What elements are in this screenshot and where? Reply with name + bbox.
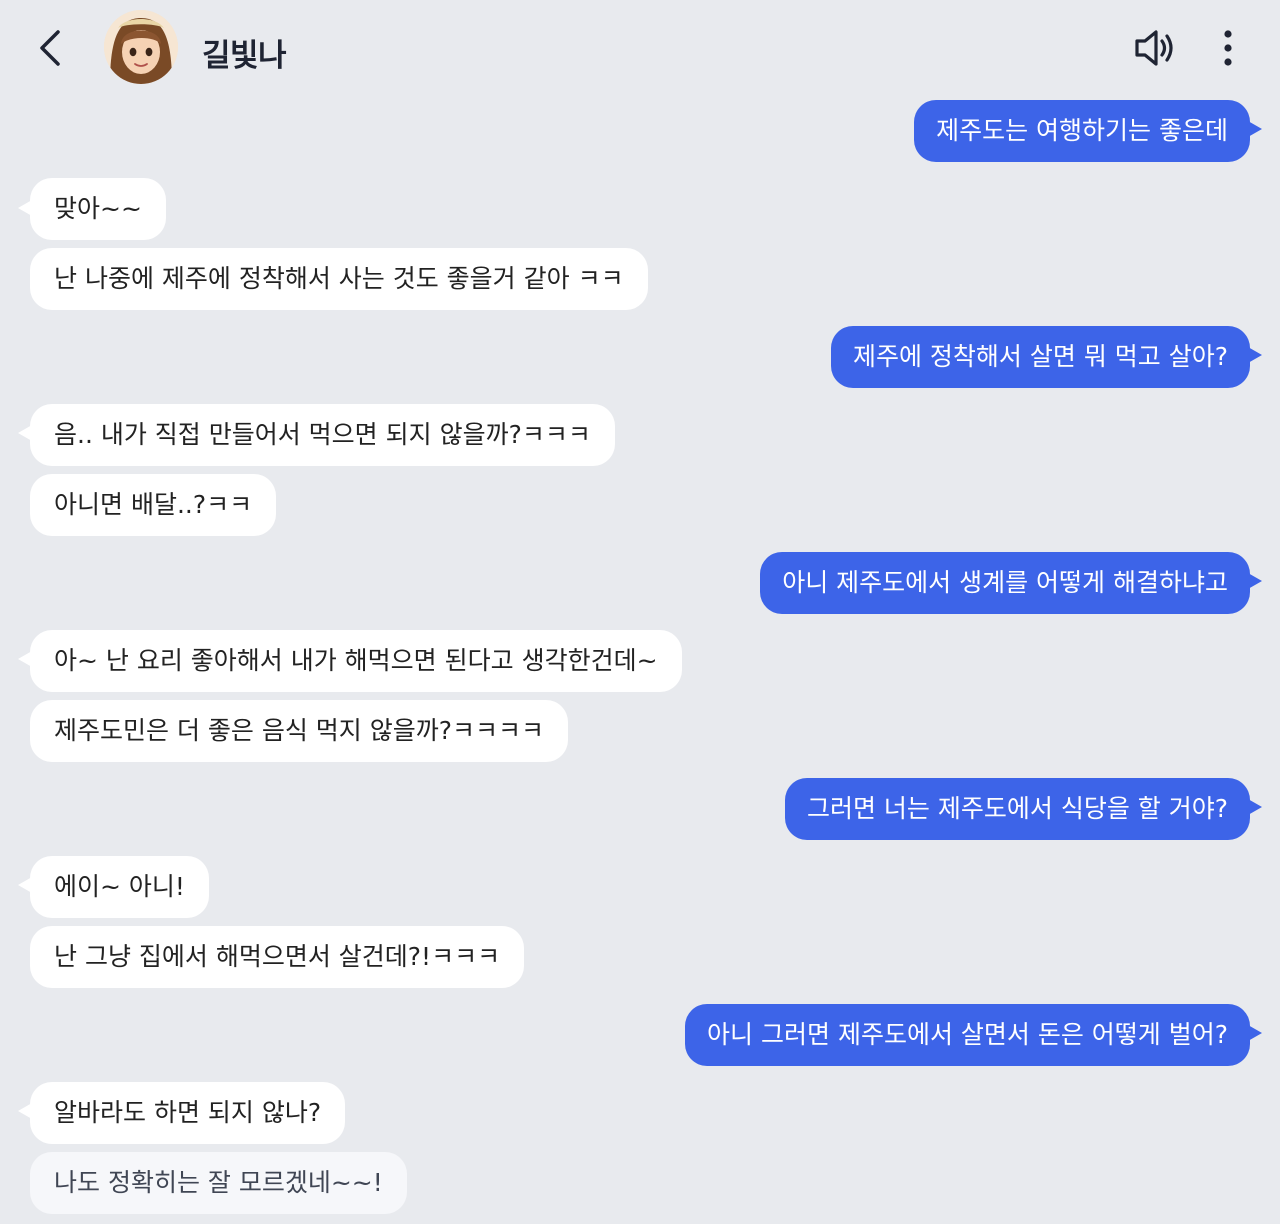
sent-message[interactable]: 제주에 정착해서 살면 뭐 먹고 살아? [830,326,1250,388]
back-button[interactable] [30,26,74,70]
sent-message[interactable]: 아니 그러면 제주도에서 살면서 돈은 어떻게 벌어? [685,1004,1250,1066]
bubble-tail [1248,573,1262,589]
received-message[interactable]: 난 나중에 제주에 정착해서 사는 것도 좋을거 같아 ㅋㅋ [30,248,648,310]
received-message[interactable]: 맞아~~ [30,178,166,240]
bubble-tail [1248,347,1262,363]
received-message[interactable]: 난 그냥 집에서 해먹으면서 살건데?!ㅋㅋㅋ [30,926,525,988]
more-vertical-icon [1224,30,1232,66]
sent-message[interactable]: 아니 제주도에서 생계를 어떻게 해결하냐고 [760,552,1250,614]
back-arrow-icon [40,30,60,66]
sent-message[interactable]: 그러면 너는 제주도에서 식당을 할 거야? [784,778,1250,840]
received-message[interactable]: 음.. 내가 직접 만들어서 먹으면 되지 않을까?ㅋㅋㅋ [30,404,615,466]
avatar[interactable] [104,10,178,84]
received-message[interactable]: 아~ 난 요리 좋아해서 내가 해먹으면 된다고 생각한건데~ [30,630,682,692]
speaker-icon [1135,30,1173,66]
speaker-button[interactable] [1130,24,1178,72]
bubble-tail [1248,799,1262,815]
chat-header: 길빛나 [0,0,1280,96]
received-message[interactable]: 에이~ 아니! [30,856,209,918]
contact-name: 길빛나 [202,38,287,74]
bubble-tail [1248,121,1262,137]
received-message[interactable]: 나도 정확히는 잘 모르겠네~~! [30,1152,407,1214]
sent-message[interactable]: 제주도는 여행하기는 좋은데 [914,100,1250,162]
received-message[interactable]: 알바라도 하면 되지 않나? [30,1082,346,1144]
received-message[interactable]: 제주도민은 더 좋은 음식 먹지 않을까?ㅋㅋㅋㅋ [30,700,569,762]
more-options-button[interactable] [1206,24,1250,72]
avatar-image [104,10,178,84]
bubble-tail [1248,1025,1262,1041]
received-message[interactable]: 아니면 배달..?ㅋㅋ [30,474,277,536]
